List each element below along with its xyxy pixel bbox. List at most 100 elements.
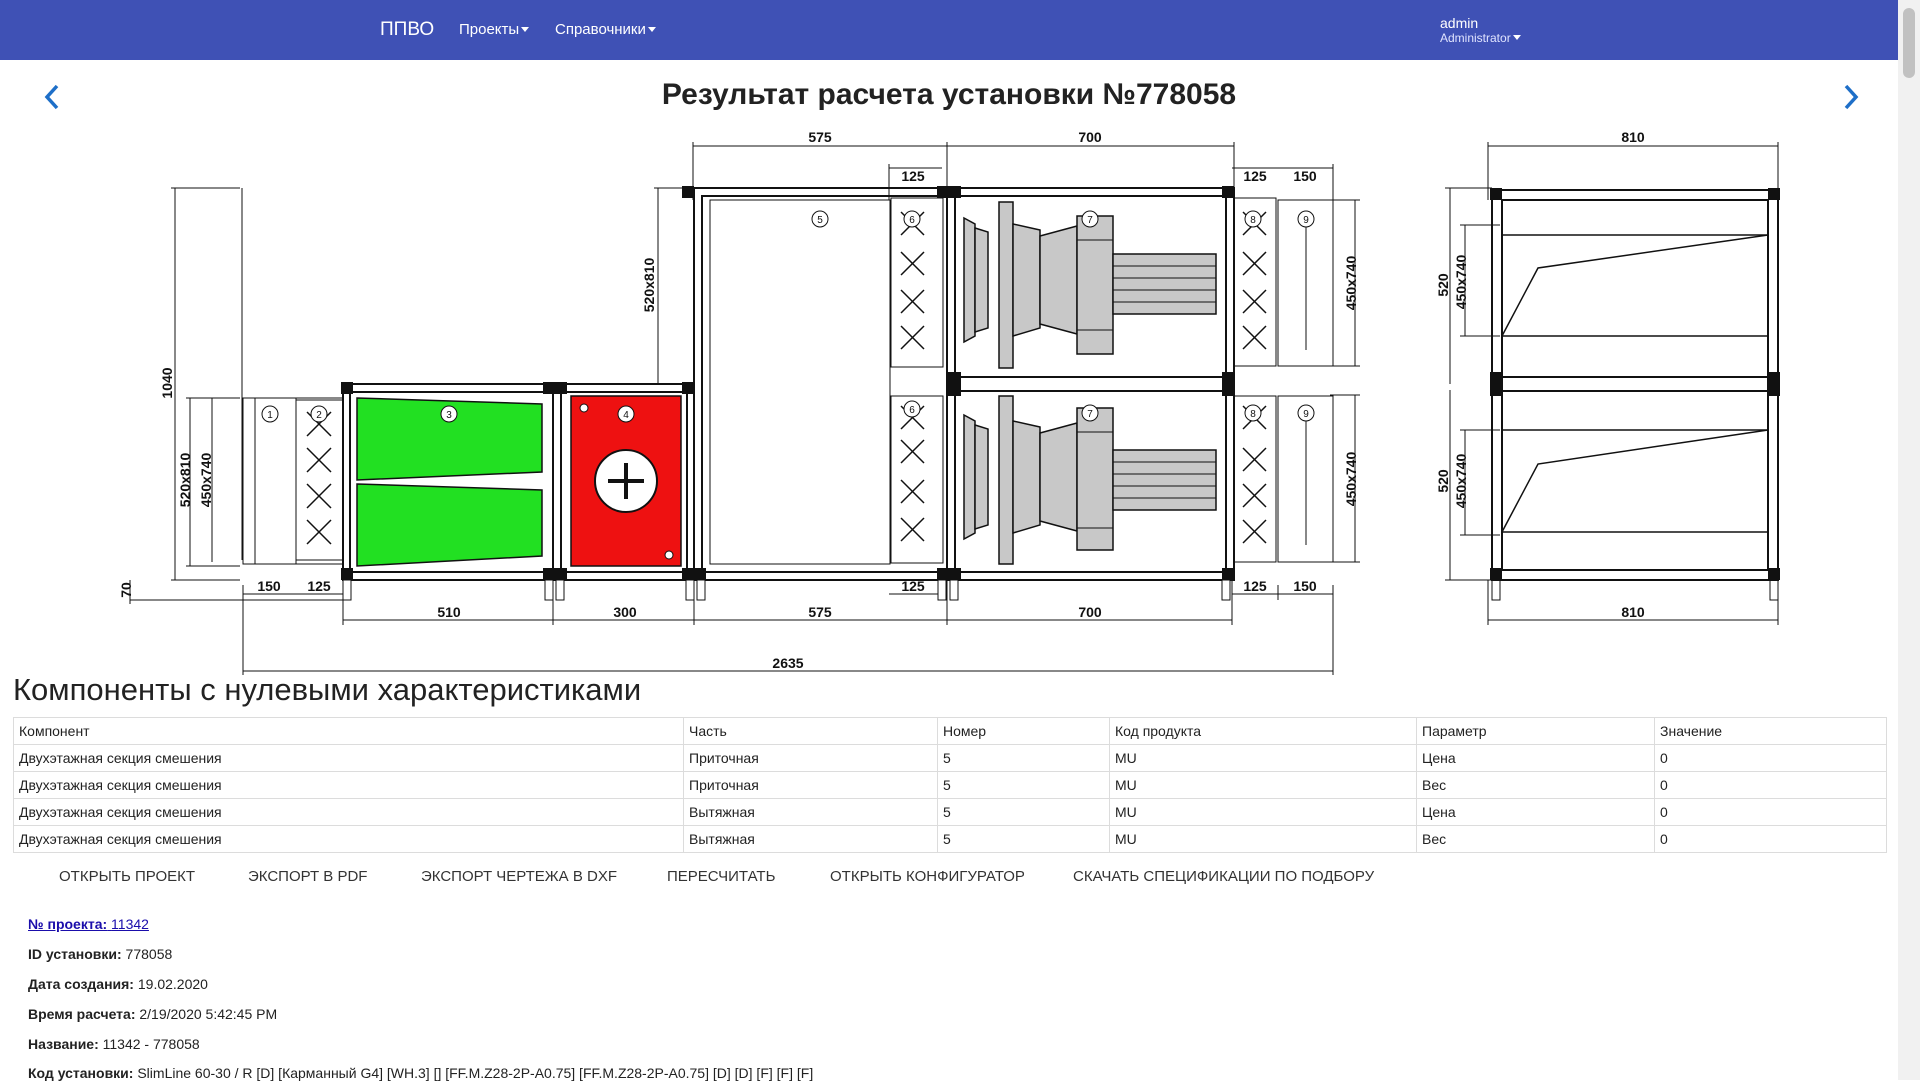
dim-top-125a: 125 <box>901 168 925 184</box>
dim-side-520b: 520 <box>1435 469 1451 493</box>
recalculate-button[interactable]: ПЕРЕСЧИТАТЬ <box>667 868 775 885</box>
cell-number: 5 <box>937 825 1110 853</box>
cell-number: 5 <box>937 744 1110 772</box>
cell-value: 0 <box>1654 798 1887 826</box>
open-project-button[interactable]: ОТКРЫТЬ ПРОЕКТ <box>59 868 195 885</box>
col-value: Значение <box>1654 717 1887 745</box>
brand-link[interactable]: ППВО <box>380 19 434 41</box>
callout-9-bottom: 9 <box>1303 409 1309 420</box>
user-role-label: Administrator <box>1440 31 1511 45</box>
callout-5: 5 <box>817 215 823 226</box>
caret-down-icon <box>1512 35 1521 40</box>
name-value: 11342 - 778058 <box>102 1036 200 1052</box>
dim-right-450x740-bottom: 450x740 <box>1343 452 1359 507</box>
project-number-link[interactable]: № проекта: 11342 <box>28 916 149 932</box>
user-role-menu[interactable]: Administrator <box>1440 31 1521 45</box>
scrollbar-thumb[interactable] <box>1903 8 1915 78</box>
dim-bottom-125a: 125 <box>307 578 331 594</box>
dim-top-150: 150 <box>1293 168 1317 184</box>
caret-down-icon <box>647 27 656 32</box>
unit-code-value: SlimLine 60-30 / R [D] [Карманный G4] [W… <box>137 1065 814 1081</box>
dim-bottom-150a: 150 <box>257 578 281 594</box>
cell-parameter: Цена <box>1416 798 1655 826</box>
cell-component: Двухэтажная секция смешения <box>13 798 684 826</box>
dim-right-450x740-top: 450x740 <box>1343 256 1359 311</box>
table-row: Двухэтажная секция смешения Вытяжная 5 M… <box>13 798 1887 826</box>
components-heading: Компоненты с нулевыми характеристиками <box>13 672 642 707</box>
references-menu[interactable]: Справочники <box>555 21 656 38</box>
previous-arrow-icon[interactable] <box>38 82 68 112</box>
caret-down-icon <box>521 27 530 32</box>
calc-time-line: Время расчета: 2/19/2020 5:42:45 PM <box>28 1006 277 1022</box>
cell-value: 0 <box>1654 744 1887 772</box>
created-date-value: 19.02.2020 <box>137 976 208 992</box>
cell-parameter: Цена <box>1416 744 1655 772</box>
cell-number: 5 <box>937 771 1110 799</box>
dim-side-450x740b: 450x740 <box>1453 454 1469 509</box>
cell-product-code: MU <box>1109 744 1417 772</box>
table-row: Двухэтажная секция смешения Приточная 5 … <box>13 771 1887 799</box>
dim-bottom-700: 700 <box>1078 604 1102 620</box>
cell-product-code: MU <box>1109 798 1417 826</box>
download-specs-button[interactable]: СКАЧАТЬ СПЕЦИФИКАЦИИ ПО ПОДБОРУ <box>1073 868 1374 885</box>
name-label: Название: <box>28 1036 99 1052</box>
export-pdf-button[interactable]: ЭКСПОРТ В PDF <box>248 868 367 885</box>
col-component: Компонент <box>13 717 684 745</box>
cell-part: Вытяжная <box>683 825 938 853</box>
dim-bottom-510: 510 <box>437 604 461 620</box>
created-date-label: Дата создания: <box>28 976 134 992</box>
cell-number: 5 <box>937 798 1110 826</box>
cell-part: Вытяжная <box>683 798 938 826</box>
project-number-label: № проекта: <box>28 916 108 932</box>
project-number-line: № проекта: 11342 <box>28 916 149 932</box>
cell-product-code: MU <box>1109 825 1417 853</box>
name-line: Название: 11342 - 778058 <box>28 1036 200 1052</box>
table-row: Двухэтажная секция смешения Приточная 5 … <box>13 744 1887 772</box>
col-product-code: Код продукта <box>1109 717 1417 745</box>
callout-7-bottom: 7 <box>1087 409 1093 420</box>
col-part: Часть <box>683 717 938 745</box>
dim-bottom-125b: 125 <box>901 578 925 594</box>
cell-component: Двухэтажная секция смешения <box>13 744 684 772</box>
cell-product-code: MU <box>1109 771 1417 799</box>
page-title: Результат расчета установки №778058 <box>661 78 1237 111</box>
cell-component: Двухэтажная секция смешения <box>13 771 684 799</box>
callout-9-top: 9 <box>1303 215 1309 226</box>
cell-parameter: Вес <box>1416 825 1655 853</box>
projects-menu[interactable]: Проекты <box>459 21 530 38</box>
callout-8-top: 8 <box>1250 215 1256 226</box>
dim-left-520x810: 520x810 <box>177 453 193 508</box>
next-arrow-icon[interactable] <box>1835 82 1865 112</box>
user-name[interactable]: admin <box>1440 15 1478 31</box>
dim-bottom-70: 70 <box>120 582 134 598</box>
cell-value: 0 <box>1654 771 1887 799</box>
dim-top-125b: 125 <box>1243 168 1267 184</box>
callout-3: 3 <box>446 410 452 421</box>
dim-left-520x810-upper: 520x810 <box>641 258 657 313</box>
callout-6-top: 6 <box>909 215 915 226</box>
dim-top-575: 575 <box>808 130 832 145</box>
dim-side-810-bottom: 810 <box>1621 604 1645 620</box>
open-configurator-button[interactable]: ОТКРЫТЬ КОНФИГУРАТОР <box>830 868 1025 885</box>
callout-1: 1 <box>267 410 273 421</box>
dim-bottom-300: 300 <box>613 604 637 620</box>
dim-left-1040: 1040 <box>159 367 175 398</box>
unit-code-label: Код установки: <box>28 1065 134 1081</box>
unit-id-value: 778058 <box>125 946 173 962</box>
vertical-scrollbar[interactable] <box>1898 0 1920 1080</box>
unit-id-label: ID установки: <box>28 946 122 962</box>
cell-part: Приточная <box>683 771 938 799</box>
created-date-line: Дата создания: 19.02.2020 <box>28 976 208 992</box>
cell-component: Двухэтажная секция смешения <box>13 825 684 853</box>
projects-menu-label: Проекты <box>459 21 520 38</box>
calc-time-value: 2/19/2020 5:42:45 PM <box>139 1006 278 1022</box>
callout-7-top: 7 <box>1087 215 1093 226</box>
callout-8-bottom: 8 <box>1250 409 1256 420</box>
dim-top-700: 700 <box>1078 130 1102 145</box>
unit-drawing: 1 2 3 4 5 6 6 7 7 8 8 9 9 575 700 125 12… <box>120 130 1780 675</box>
dim-bottom-575: 575 <box>808 604 832 620</box>
export-dxf-button[interactable]: ЭКСПОРТ ЧЕРТЕЖА В DXF <box>421 868 617 885</box>
top-navbar: ППВО Проекты Справочники admin Administr… <box>0 0 1898 60</box>
dim-side-520a: 520 <box>1435 273 1451 297</box>
cell-value: 0 <box>1654 825 1887 853</box>
